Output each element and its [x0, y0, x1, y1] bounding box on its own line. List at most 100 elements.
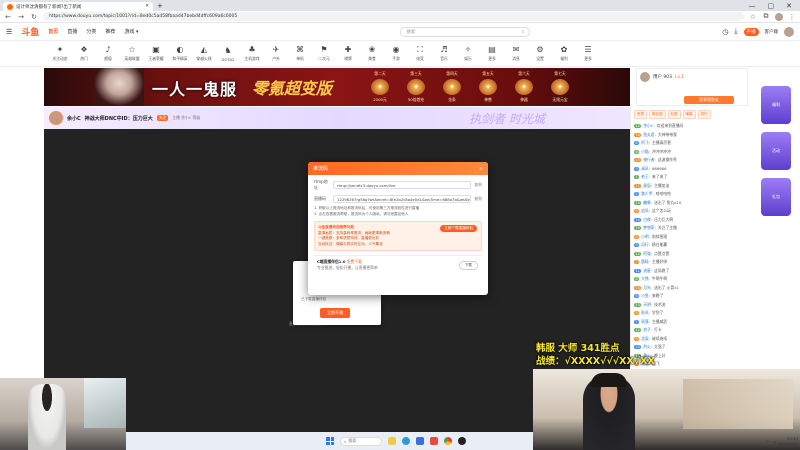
category-item[interactable]: ◐ 和平精英	[168, 45, 192, 62]
follow-button[interactable]: 关注	[156, 115, 169, 121]
category-item[interactable]: ☰ 更多	[576, 45, 600, 62]
file-explorer-icon[interactable]	[388, 437, 396, 445]
chat-username[interactable]: 鱼丸君:	[643, 132, 656, 138]
chat-username[interactable]: 雨落:	[641, 319, 650, 325]
app-icon[interactable]	[430, 437, 438, 445]
maximize-button[interactable]: ▢	[768, 2, 775, 10]
nav-home[interactable]: 首页	[48, 28, 58, 35]
category-item[interactable]: ✚ 棋牌	[336, 45, 360, 62]
chat-username[interactable]: 阿飞:	[641, 140, 650, 146]
modal-close-icon[interactable]: ×	[479, 166, 483, 172]
chat-username[interactable]: 流星:	[643, 268, 652, 274]
category-item[interactable]: ♣ 主机游戏	[240, 45, 264, 62]
category-item[interactable]: ✦ 关注动态	[48, 45, 72, 62]
chat-username[interactable]: 糖果:	[643, 200, 652, 206]
category-item[interactable]: ♞ DOTA2	[216, 46, 240, 62]
obs-icon[interactable]	[458, 437, 466, 445]
chrome-icon[interactable]	[444, 437, 452, 445]
category-item[interactable]: ✉ 消息	[504, 45, 528, 62]
category-item[interactable]: ⌘ 单机	[288, 45, 312, 62]
assistant-download-button[interactable]: 下载	[458, 261, 478, 270]
volume-icon[interactable]: ◁	[773, 439, 776, 444]
browser-tab[interactable]: 设计师沈清都有了新闻?出了新闻 ✕	[3, 2, 153, 11]
chat-username[interactable]: 天明:	[643, 302, 652, 308]
category-item[interactable]: ⛶ 电竞	[408, 45, 432, 62]
nav-live[interactable]: 直播	[67, 28, 77, 35]
nav-recommend[interactable]: 推荐	[105, 28, 115, 35]
nav-category[interactable]: 分类	[86, 28, 96, 35]
chat-username[interactable]: 秋风:	[641, 310, 650, 316]
url-input[interactable]: https://www.douyu.com/topic/1001?rid=8ed…	[43, 12, 744, 21]
category-item[interactable]: ⚙ 设置	[528, 45, 552, 62]
chat-username[interactable]: 余小C:	[643, 123, 655, 129]
chat-username[interactable]: 清风:	[641, 166, 650, 172]
category-item[interactable]: ▤ 更多	[480, 45, 504, 62]
start-live-now-button[interactable]: 立即开播	[320, 308, 350, 318]
tab-close-icon[interactable]: ✕	[145, 4, 149, 9]
user-panel-avatar[interactable]	[640, 72, 650, 82]
forward-icon[interactable]: →	[17, 13, 25, 21]
extensions-icon[interactable]: ⧉	[762, 12, 770, 21]
chat-tab[interactable]: 粉丝团	[649, 110, 666, 119]
rtmp-address-field[interactable]: rtmp://sendtc3.douyu.com/live	[333, 181, 472, 189]
download-assistant-button[interactable]: 立即下载直播伴侣	[440, 225, 477, 232]
category-item[interactable]: ❀ 美食	[360, 45, 384, 62]
stream-code-field[interactable]: 12298267rgS6g?wsSecret=8fe2b2c8a4e0a1&ws…	[333, 195, 472, 203]
profile-avatar[interactable]	[775, 12, 783, 21]
side-promo-card[interactable]: 活动	[761, 132, 791, 170]
clock-date[interactable]: 2024/12/1	[779, 441, 798, 446]
chat-username[interactable]: 阿强:	[643, 251, 652, 257]
chat-tab[interactable]: 排行	[697, 110, 711, 119]
category-item[interactable]: ✿ 福利	[552, 45, 576, 62]
signin-button[interactable]: 签到领鱼丸	[684, 96, 734, 104]
back-icon[interactable]: ←	[4, 13, 12, 21]
chat-username[interactable]: 梦想家:	[643, 225, 656, 231]
category-item[interactable]: ✧ 娱乐	[456, 45, 480, 62]
category-item[interactable]: ♬ 音乐	[432, 45, 456, 62]
search-input[interactable]: 搜索 ⌕	[400, 26, 531, 37]
chat-tab[interactable]: 弹幕	[682, 110, 696, 119]
chat-username[interactable]: 小猫:	[641, 149, 650, 155]
chat-username[interactable]: 小明:	[641, 234, 650, 240]
chat-username[interactable]: 浪子:	[643, 327, 652, 333]
chat-tab[interactable]: 贵宾	[634, 110, 647, 119]
promo-banner[interactable]: 一人一鬼服 零氪超变版 第二天 ✦ 2000元 第三天 ✦ 50倍首充 第四天 ✦ 金条 第五天 ✦…	[44, 68, 630, 106]
chat-username[interactable]: 风行:	[641, 242, 650, 248]
wifi-icon[interactable]: ◠	[766, 439, 769, 444]
side-promo-card[interactable]: 礼包	[761, 178, 791, 216]
chat-username[interactable]: 追风:	[641, 208, 650, 214]
chat-username[interactable]: 晨曦:	[641, 259, 650, 265]
edge-icon[interactable]	[402, 437, 410, 445]
minimize-button[interactable]: —	[749, 2, 756, 10]
chat-username[interactable]: 大熊:	[641, 276, 650, 282]
download-icon[interactable]: ⤓	[734, 27, 737, 36]
chat-username[interactable]: 星辰:	[643, 183, 652, 189]
nav-games[interactable]: 游戏 ▾	[124, 28, 138, 35]
category-item[interactable]: ♪ 颜值	[96, 45, 120, 62]
chat-username[interactable]: 北辰:	[641, 336, 650, 342]
star-icon[interactable]: ☆	[749, 13, 757, 21]
category-item[interactable]: ◉ 手游	[384, 45, 408, 62]
new-tab-button[interactable]: +	[157, 2, 163, 10]
chat-tab[interactable]: 礼物	[667, 110, 681, 119]
category-item[interactable]: ✈ 户外	[264, 45, 288, 62]
category-item[interactable]: ▣ 王者荣耀	[144, 45, 168, 62]
search-icon[interactable]: ⌕	[522, 29, 525, 35]
category-item[interactable]: ⚑ 二次元	[312, 45, 336, 62]
chat-username[interactable]: 夜行者:	[643, 157, 656, 163]
start-live-button[interactable]: 开播	[743, 27, 759, 36]
hamburger-icon[interactable]: ☰	[6, 28, 12, 36]
site-logo[interactable]: 斗鱼	[21, 25, 39, 38]
copy-code-button[interactable]: 复制	[474, 196, 482, 202]
reload-icon[interactable]: ↻	[30, 13, 38, 21]
user-avatar[interactable]	[784, 26, 794, 37]
category-item[interactable]: ❖ 热门	[72, 45, 96, 62]
windows-start-icon[interactable]	[326, 437, 334, 445]
history-icon[interactable]: ◷	[722, 28, 728, 36]
client-link[interactable]: 客户端	[765, 29, 779, 35]
chat-username[interactable]: 路人甲:	[641, 191, 654, 197]
close-window-button[interactable]: ✕	[786, 2, 792, 10]
chat-username[interactable]: 月光:	[643, 285, 652, 291]
streamer-avatar[interactable]	[49, 111, 63, 125]
side-promo-card[interactable]: 福利	[761, 86, 791, 124]
